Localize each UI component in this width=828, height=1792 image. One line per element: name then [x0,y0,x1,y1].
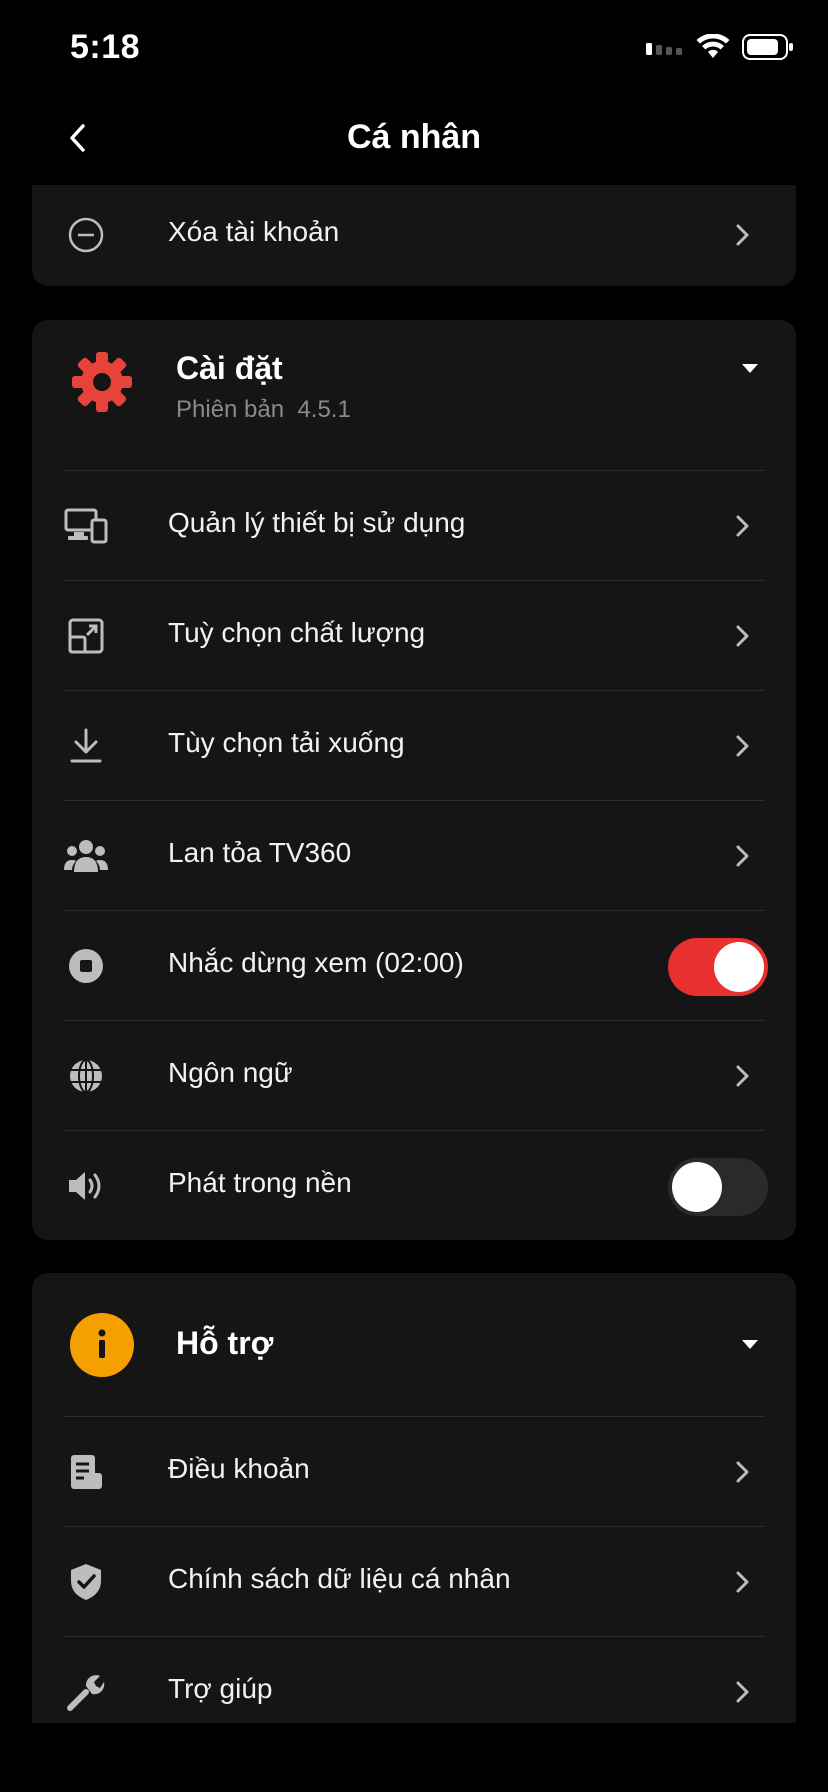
info-icon [70,1313,134,1377]
chevron-right-icon [736,735,749,757]
speaker-icon [64,1164,108,1208]
toggle-knob [714,942,764,992]
chevron-right-icon [736,845,749,867]
stop-circle-icon [64,944,108,988]
support-item-help[interactable]: Trợ giúp [64,1636,764,1723]
support-section-header[interactable]: Hỗ trợ [32,1273,796,1425]
settings-card: Cài đặt Phiên bản 4.5.1 Quản lý thiết bị… [32,320,796,1240]
gear-icon [72,352,132,412]
app-version: Phiên bản 4.5.1 [176,396,351,424]
support-item-label: Trợ giúp [168,1673,273,1704]
shield-check-icon [64,1560,108,1604]
delete-account-label: Xóa tài khoản [168,216,340,247]
support-item-terms[interactable]: Điều khoản [64,1416,764,1527]
settings-item-label: Nhắc dừng xem (02:00) [168,947,464,978]
account-card: Xóa tài khoản [32,185,796,286]
settings-item-label: Ngôn ngữ [168,1057,293,1088]
stop-reminder-toggle[interactable] [668,938,768,996]
support-item-privacy[interactable]: Chính sách dữ liệu cá nhân [64,1526,764,1637]
wrench-icon [64,1670,108,1714]
page-title: Cá nhân [346,118,482,156]
status-bar: 5:18 [0,0,828,100]
version-number: 4.5.1 [297,396,351,423]
settings-item-share[interactable]: Lan tỏa TV360 [64,800,764,911]
navigation-bar: Cá nhân [0,100,828,180]
chevron-right-icon [736,625,749,647]
settings-item-label: Quản lý thiết bị sử dụng [168,507,466,538]
settings-item-label: Lan tỏa TV360 [168,837,352,868]
settings-item-download[interactable]: Tùy chọn tải xuống [64,690,764,801]
settings-item-background-play: Phát trong nền [64,1130,768,1240]
settings-item-label: Phát trong nền [168,1167,352,1198]
settings-section-header[interactable]: Cài đặt Phiên bản 4.5.1 [32,320,796,472]
cellular-signal-icon [646,43,682,55]
devices-icon [64,504,108,548]
minus-circle-icon [64,213,108,257]
settings-item-quality[interactable]: Tuỳ chọn chất lượng [64,580,764,691]
status-time: 5:18 [70,28,141,66]
support-card: Hỗ trợ Điều khoản Chính sách dữ liệu cá … [32,1273,796,1723]
chevron-right-icon [736,515,749,537]
document-icon [64,1450,108,1494]
delete-account-row[interactable]: Xóa tài khoản [64,185,764,286]
settings-title: Cài đặt [176,350,283,386]
globe-icon [64,1054,108,1098]
support-item-label: Điều khoản [168,1453,310,1484]
settings-item-language[interactable]: Ngôn ngữ [64,1020,764,1131]
battery-icon [742,34,793,60]
settings-item-label: Tùy chọn tải xuống [168,727,405,758]
toggle-knob [672,1162,722,1212]
chevron-right-icon [736,1461,749,1483]
chevron-right-icon [736,224,749,246]
settings-item-label: Tuỳ chọn chất lượng [168,617,426,648]
status-icons [646,34,794,60]
caret-down-icon [742,364,758,373]
support-title: Hỗ trợ [176,1325,274,1361]
download-icon [64,724,108,768]
quality-icon [64,614,108,658]
caret-down-icon [742,1340,758,1349]
support-item-label: Chính sách dữ liệu cá nhân [168,1563,511,1594]
wifi-icon [696,34,730,58]
people-icon [64,834,108,878]
background-play-toggle[interactable] [668,1158,768,1216]
settings-item-stop-reminder: Nhắc dừng xem (02:00) [64,910,768,1021]
chevron-right-icon [736,1571,749,1593]
chevron-right-icon [736,1065,749,1087]
version-label: Phiên bản [176,396,285,423]
chevron-right-icon [736,1681,749,1703]
settings-item-devices[interactable]: Quản lý thiết bị sử dụng [64,470,764,581]
